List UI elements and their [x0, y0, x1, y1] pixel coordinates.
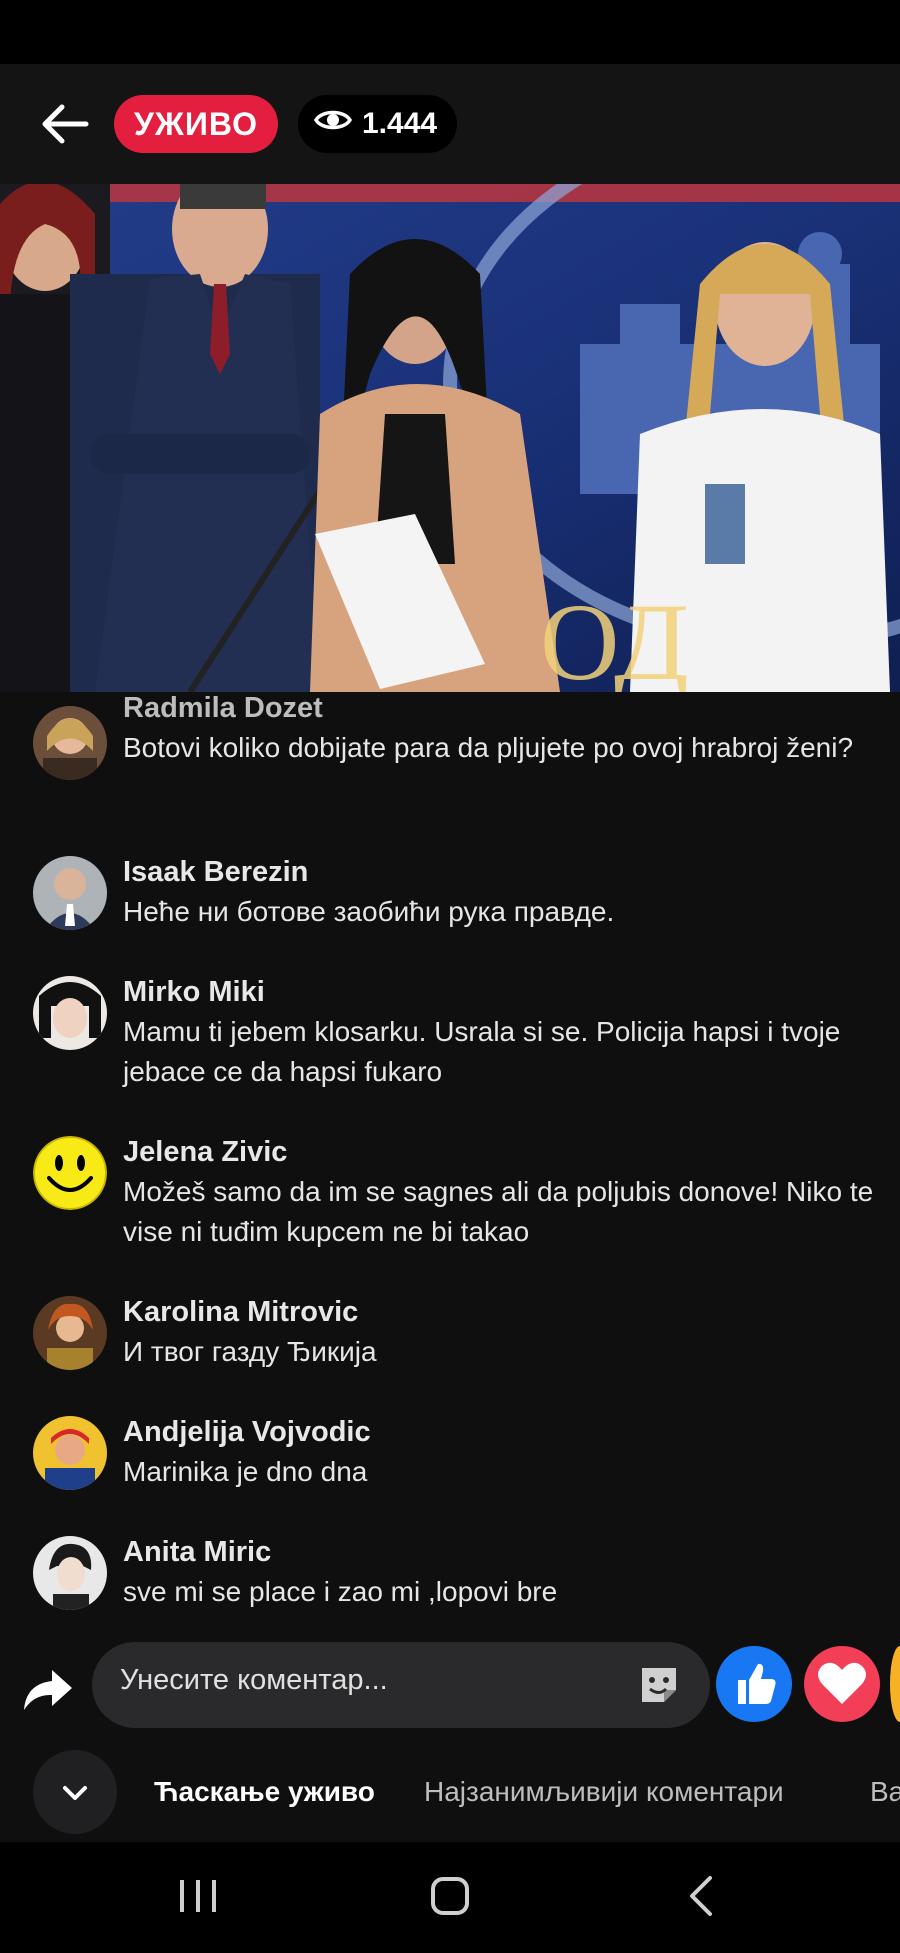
commenter-name[interactable]: Jelena Zivic: [123, 1136, 287, 1169]
comment-text: Marinika je dno dna: [123, 1456, 368, 1487]
comment-input[interactable]: Унесите коментар...: [92, 1642, 710, 1728]
viewer-count-badge: 1.444: [298, 95, 458, 153]
status-bar: [0, 0, 900, 64]
avatar[interactable]: [33, 856, 107, 930]
tab-live-chat[interactable]: Ћаскање уживо: [154, 1776, 375, 1808]
chevron-down-icon: [63, 1786, 87, 1800]
smiley-avatar[interactable]: [33, 1136, 107, 1210]
comment-input-placeholder: Унесите коментар...: [120, 1664, 388, 1696]
collapse-button[interactable]: [33, 1750, 117, 1834]
comments-list[interactable]: Radmila Dozet Botovi koliko dobijate par…: [0, 692, 900, 1650]
sticker-icon[interactable]: [636, 1662, 682, 1708]
avatar[interactable]: [33, 1296, 107, 1370]
avatar[interactable]: [33, 1416, 107, 1490]
eye-icon: [313, 107, 353, 141]
commenter-name[interactable]: Mirko Miki: [123, 976, 265, 1009]
comment-text: Botovi koliko dobijate para da pljujete …: [123, 732, 854, 763]
share-icon[interactable]: [22, 1664, 74, 1716]
haha-reaction-icon[interactable]: [890, 1646, 900, 1722]
comment-text: sve mi se place i zao mi ,lopovi bre: [123, 1576, 558, 1607]
comment-text: Mamu ti jebem klosarku. Usrala si se. Po…: [123, 1016, 841, 1087]
love-reaction-icon[interactable]: [804, 1646, 880, 1722]
tab-more[interactable]: Ва: [870, 1776, 900, 1808]
comment-tabs: Ћаскање уживо Најзанимљивији коментари В…: [0, 1744, 900, 1842]
avatar[interactable]: [33, 976, 107, 1050]
comment-text: И твог газду Ђикија: [123, 1336, 377, 1367]
live-badge: УЖИВО: [114, 95, 279, 153]
svg-text:ОД: ОД: [540, 581, 689, 692]
viewer-count: 1.444: [362, 107, 438, 140]
avatar[interactable]: [33, 706, 107, 780]
avatar[interactable]: [33, 1536, 107, 1610]
like-reaction-icon[interactable]: [716, 1646, 792, 1722]
home-icon[interactable]: [420, 1872, 480, 1922]
recent-apps-icon[interactable]: [168, 1872, 228, 1922]
commenter-name[interactable]: Isaak Berezin: [123, 856, 308, 889]
commenter-name[interactable]: Karolina Mitrovic: [123, 1296, 358, 1329]
tab-top-comments[interactable]: Најзанимљивији коментари: [424, 1776, 784, 1808]
back-arrow-icon[interactable]: [36, 94, 96, 154]
commenter-name[interactable]: Andjelija Vojvodic: [123, 1416, 371, 1449]
commenter-name[interactable]: Radmila Dozet: [123, 692, 323, 725]
live-video[interactable]: ОД: [0, 184, 900, 692]
system-nav-bar: [0, 1842, 900, 1953]
comment-composer: Унесите коментар...: [0, 1640, 900, 1744]
comment-text: Нeћe ни ботове заобићи рука правде.: [123, 896, 615, 927]
top-bar: УЖИВО 1.444: [0, 64, 900, 184]
back-icon[interactable]: [672, 1872, 732, 1922]
commenter-name[interactable]: Anita Miric: [123, 1536, 271, 1569]
comment-text: Možeš samo da im se sagnes ali da poljub…: [123, 1176, 874, 1247]
